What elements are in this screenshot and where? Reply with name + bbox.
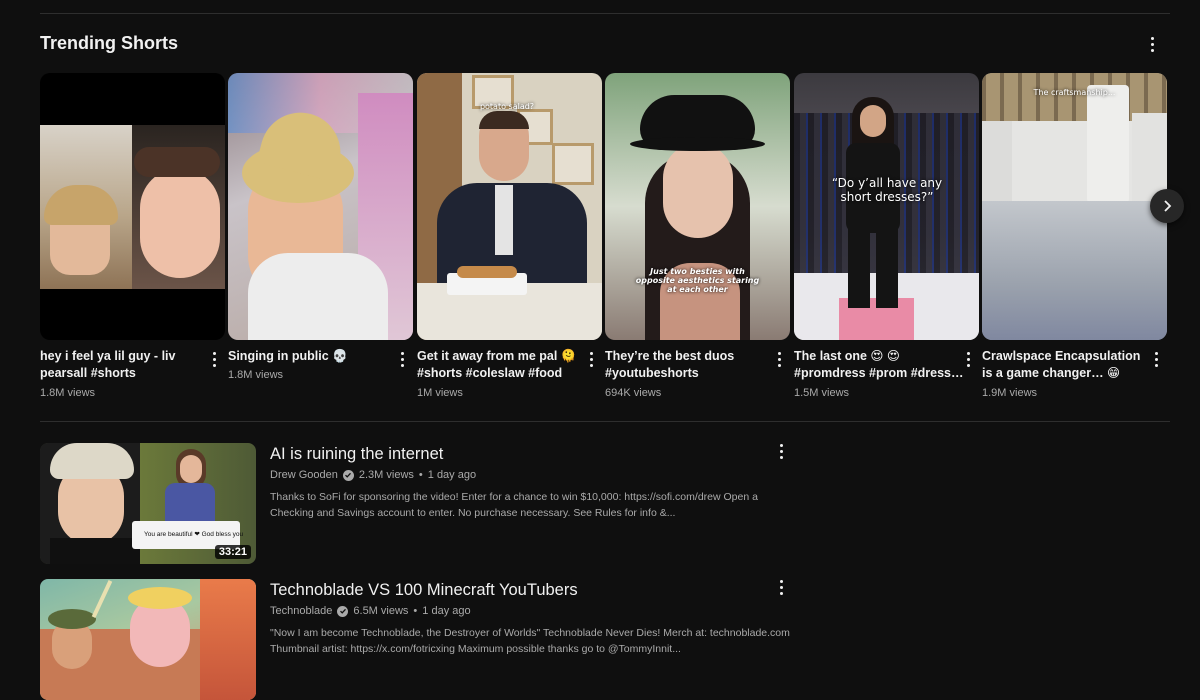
video-views-2: 6.5M views xyxy=(353,605,409,617)
verified-icon xyxy=(342,469,354,481)
short-card-3[interactable]: potato salad? Get it away from me pal 🫠 … xyxy=(417,73,602,399)
short-thumbnail-4[interactable]: Just two besties with opposite aesthetic… xyxy=(605,73,790,340)
short-thumbnail-2[interactable] xyxy=(228,73,413,340)
short-more-icon-5[interactable] xyxy=(958,349,978,369)
video-description-2: "Now I am become Technoblade, the Destro… xyxy=(270,627,790,655)
channel-name-1[interactable]: Drew Gooden xyxy=(270,469,338,481)
short-card-2[interactable]: Singing in public 💀 1.8M views xyxy=(228,73,413,381)
video-row-1[interactable]: You are beautiful ❤ God bless you 33:21 … xyxy=(40,443,820,567)
video-title-2[interactable]: Technoblade VS 100 Minecraft YouTubers xyxy=(270,581,578,600)
shelf-next-button[interactable] xyxy=(1150,189,1184,223)
short-overlay-6: The craftsmanship... xyxy=(1033,88,1116,97)
short-thumbnail-3[interactable]: potato salad? xyxy=(417,73,602,340)
short-more-icon-4[interactable] xyxy=(769,349,789,369)
short-views-2: 1.8M views xyxy=(228,369,284,381)
video-thumbnail-2[interactable] xyxy=(40,579,256,700)
short-title-1[interactable]: hey i feel ya lil guy - liv pearsall #sh… xyxy=(40,348,210,382)
video-duration-1: 33:21 xyxy=(214,545,251,559)
short-title-2[interactable]: Singing in public 💀 xyxy=(228,348,398,365)
video-title-1[interactable]: AI is ruining the internet xyxy=(270,445,443,464)
short-views-6: 1.9M views xyxy=(982,387,1038,399)
short-title-6[interactable]: Crawlspace Encapsulation is a game chang… xyxy=(982,348,1152,382)
short-views-4: 694K views xyxy=(605,387,662,399)
video-age-1: 1 day ago xyxy=(427,469,477,481)
shelf-divider xyxy=(40,421,1170,422)
meta-separator: • xyxy=(413,605,418,617)
short-more-icon-3[interactable] xyxy=(581,349,601,369)
channel-name-2[interactable]: Technoblade xyxy=(270,605,332,617)
short-card-4[interactable]: Just two besties with opposite aesthetic… xyxy=(605,73,790,399)
shelf-more-icon[interactable] xyxy=(1142,34,1162,54)
verified-icon xyxy=(337,605,349,617)
shelf-title: Trending Shorts xyxy=(40,33,179,53)
short-views-3: 1M views xyxy=(417,387,463,399)
short-card-6[interactable]: The craftsmanship... Crawlspace Encapsul… xyxy=(982,73,1167,399)
thumbnail-comment-text: You are beautiful ❤ God bless you xyxy=(144,531,244,538)
short-thumbnail-5[interactable]: “Do y’all have any short dresses?” xyxy=(794,73,979,340)
chevron-right-icon xyxy=(1164,200,1172,212)
video-views-1: 2.3M views xyxy=(358,469,414,481)
video-age-2: 1 day ago xyxy=(422,605,471,617)
short-overlay-5: “Do y’all have any short dresses?” xyxy=(831,176,943,204)
short-views-5: 1.5M views xyxy=(794,387,850,399)
short-overlay-4: Just two besties with opposite aesthetic… xyxy=(635,267,760,294)
video-description-1: Thanks to SoFi for sponsoring the video!… xyxy=(270,491,758,519)
short-card-1[interactable]: hey i feel ya lil guy - liv pearsall #sh… xyxy=(40,73,225,399)
short-card-5[interactable]: “Do y’all have any short dresses?” The l… xyxy=(794,73,979,399)
video-row-2[interactable]: Technoblade VS 100 Minecraft YouTubers T… xyxy=(40,577,820,700)
short-more-icon-1[interactable] xyxy=(204,349,224,369)
video-meta-1: Drew Gooden 2.3M views • 1 day ago xyxy=(270,469,476,481)
short-more-icon-6[interactable] xyxy=(1146,349,1166,369)
short-title-3[interactable]: Get it away from me pal 🫠 #shorts #coles… xyxy=(417,348,587,382)
short-title-4[interactable]: They’re the best duos #youtubeshorts xyxy=(605,348,775,382)
short-title-5[interactable]: The last one 😍 😍 #promdress #prom #dress… xyxy=(794,348,964,382)
short-views-1: 1.8M views xyxy=(40,387,96,399)
short-more-icon-2[interactable] xyxy=(392,349,412,369)
video-thumbnail-1[interactable]: You are beautiful ❤ God bless you 33:21 xyxy=(40,443,256,564)
meta-separator: • xyxy=(418,469,423,481)
video-meta-2: Technoblade 6.5M views • 1 day ago xyxy=(270,605,471,617)
short-thumbnail-1[interactable] xyxy=(40,73,225,340)
short-thumbnail-6[interactable]: The craftsmanship... xyxy=(982,73,1167,340)
top-divider xyxy=(40,13,1170,14)
short-overlay-3: potato salad? xyxy=(479,102,535,111)
video-more-icon-2[interactable] xyxy=(771,577,791,597)
video-more-icon-1[interactable] xyxy=(771,441,791,461)
